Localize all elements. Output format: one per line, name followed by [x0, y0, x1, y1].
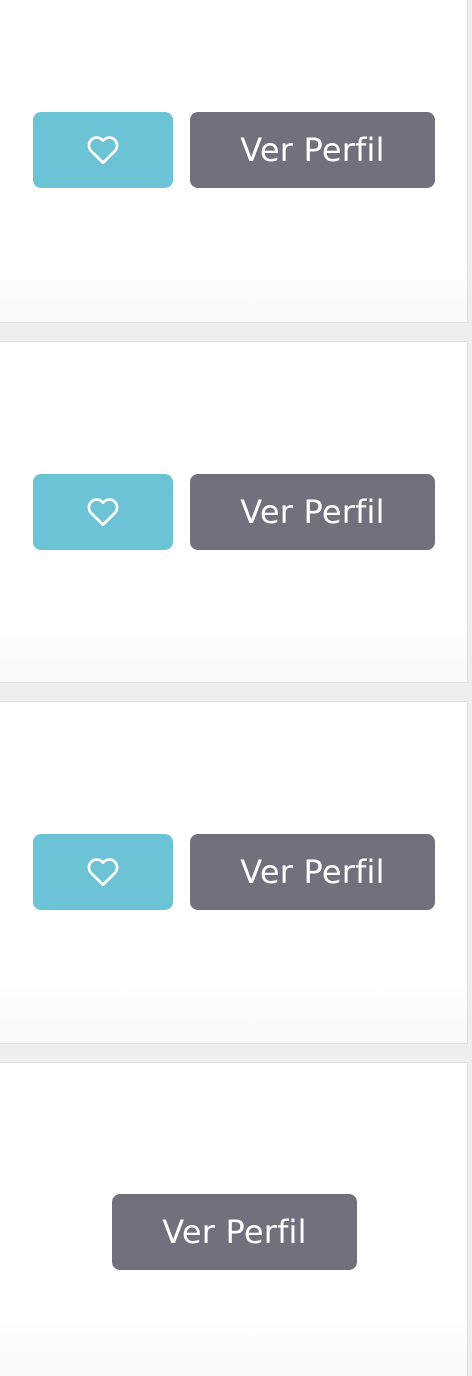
view-profile-button[interactable]: Ver Perfil: [112, 1194, 357, 1270]
view-profile-button[interactable]: Ver Perfil: [190, 112, 435, 188]
heart-icon: [87, 498, 119, 527]
favorite-button[interactable]: [33, 474, 173, 550]
view-profile-button[interactable]: Ver Perfil: [190, 834, 435, 910]
heart-icon: [87, 136, 119, 165]
favorite-button[interactable]: [33, 112, 173, 188]
view-profile-button[interactable]: Ver Perfil: [190, 474, 435, 550]
favorite-button[interactable]: [33, 834, 173, 910]
profile-card: Ver Perfil: [0, 341, 468, 683]
heart-icon: [87, 858, 119, 887]
profile-card: Ver Perfil: [0, 1062, 468, 1376]
profile-card: Ver Perfil: [0, 701, 468, 1044]
profile-card: Ver Perfil: [0, 0, 468, 323]
